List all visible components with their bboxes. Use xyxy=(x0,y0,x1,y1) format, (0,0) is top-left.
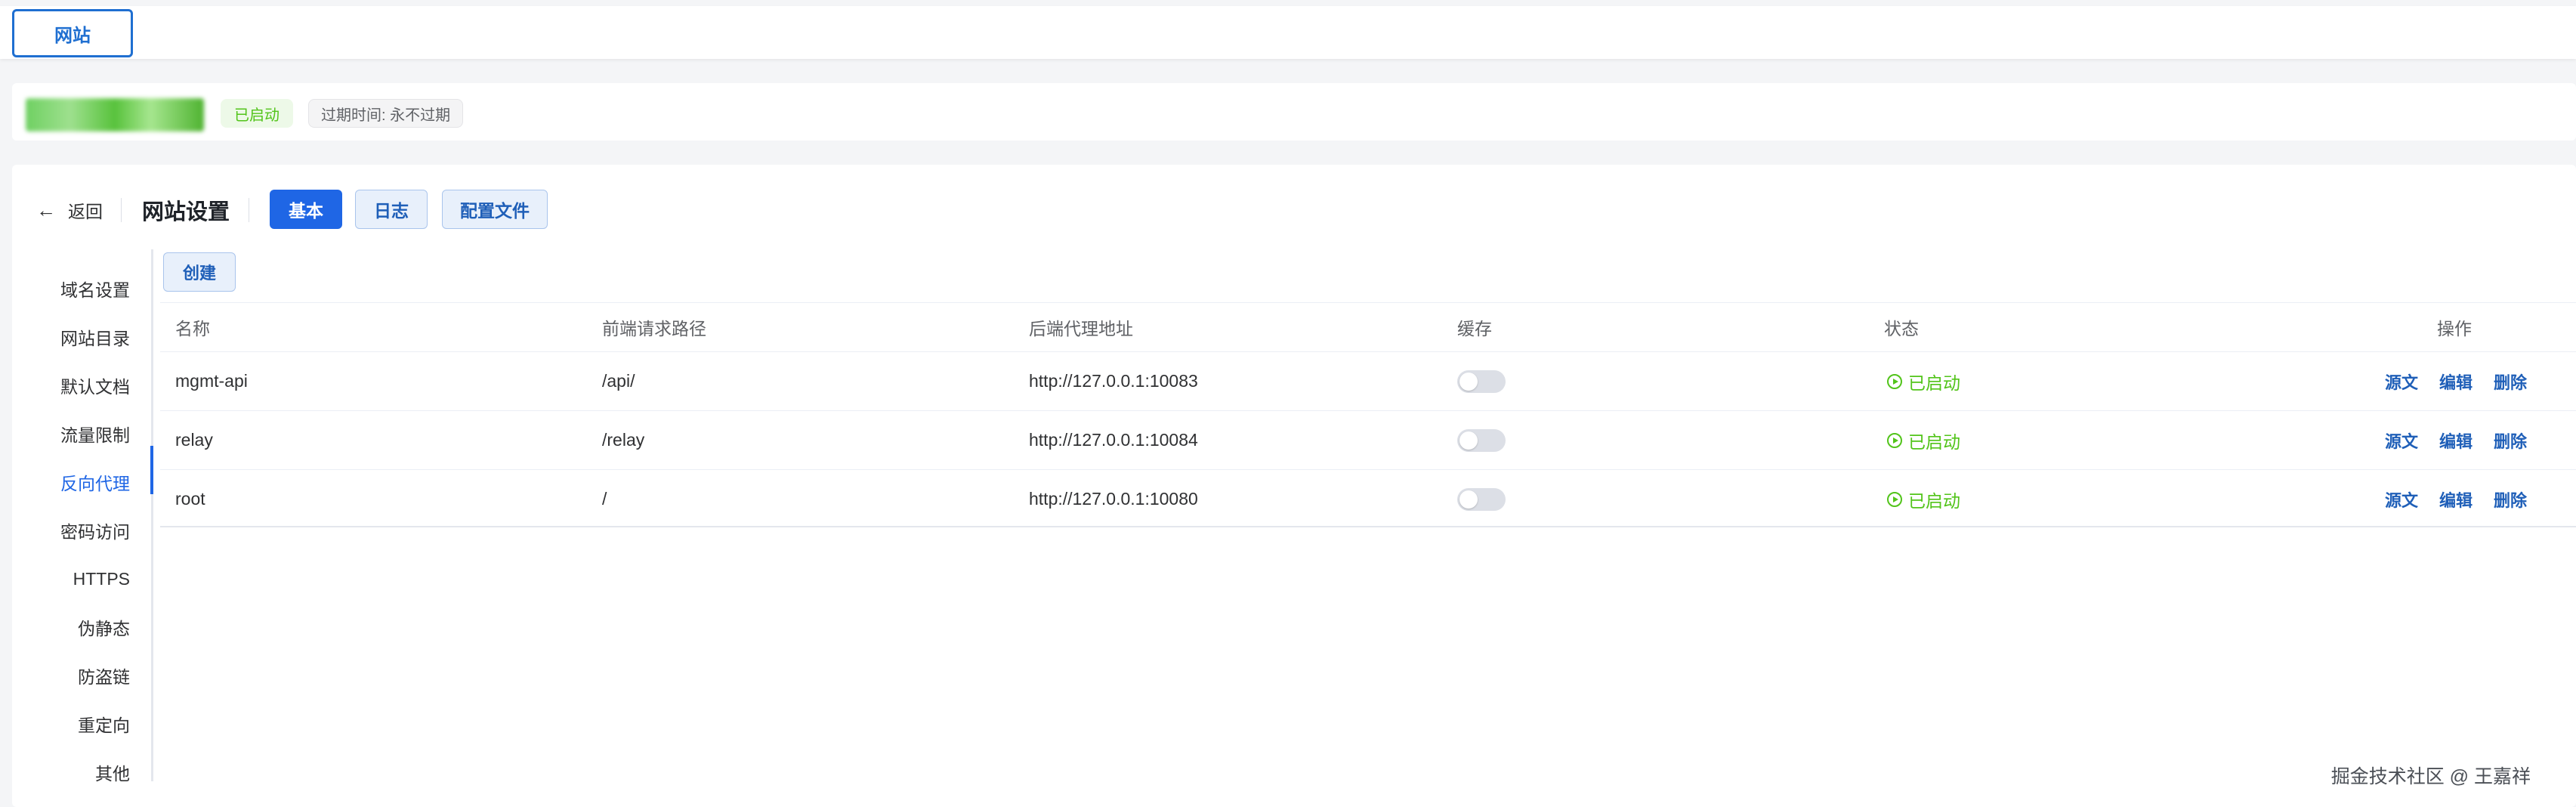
status-label: 已启动 xyxy=(1908,490,1960,511)
status-badge: 已启动 xyxy=(221,99,293,128)
menu-item-other[interactable]: 其他 xyxy=(95,757,130,787)
delete-link[interactable]: 删除 xyxy=(2494,352,2527,410)
site-info-card: 已启动 过期时间: 永不过期 xyxy=(12,83,2576,141)
row-backend: http://127.0.0.1:10084 xyxy=(1029,430,1198,450)
row-backend: http://127.0.0.1:10080 xyxy=(1029,489,1198,509)
menu-item-password-access[interactable]: 密码访问 xyxy=(60,515,130,546)
play-circle-icon xyxy=(1887,491,1902,507)
back-button[interactable]: ← 返回 xyxy=(36,195,103,225)
row-path: /api/ xyxy=(602,371,635,391)
play-circle-icon xyxy=(1887,373,1902,389)
column-backend: 后端代理地址 xyxy=(1029,319,1133,339)
tab-logs[interactable]: 日志 xyxy=(355,190,428,229)
cache-toggle[interactable] xyxy=(1457,352,1506,410)
menu-item-site-dir[interactable]: 网站目录 xyxy=(60,322,130,352)
edit-link[interactable]: 编辑 xyxy=(2439,352,2473,410)
column-actions: 操作 xyxy=(2437,319,2472,339)
row-status: 已启动 xyxy=(1887,411,1960,469)
menu-item-reverse-proxy[interactable]: 反向代理 xyxy=(60,467,130,497)
settings-panel: ← 返回 网站设置 基本 日志 配置文件 域名设置 网站目录 默认文档 流量限制… xyxy=(12,165,2576,807)
delete-link[interactable]: 删除 xyxy=(2494,470,2527,528)
row-name: root xyxy=(175,489,205,509)
tab-website[interactable]: 网站 xyxy=(12,9,133,57)
row-path: / xyxy=(602,489,607,509)
column-status: 状态 xyxy=(1884,319,1919,339)
watermark: 掘金技术社区 @ 王嘉祥 xyxy=(2330,766,2531,787)
table-row: relay /relay http://127.0.0.1:10084 已启动 … xyxy=(160,410,2576,469)
source-link[interactable]: 源文 xyxy=(2385,352,2418,410)
expire-badge: 过期时间: 永不过期 xyxy=(308,99,464,128)
source-link[interactable]: 源文 xyxy=(2385,470,2418,528)
cache-toggle[interactable] xyxy=(1457,470,1506,528)
row-backend: http://127.0.0.1:10083 xyxy=(1029,371,1198,391)
menu-active-indicator xyxy=(150,446,153,494)
table-row: root / http://127.0.0.1:10080 已启动 源文 编辑 … xyxy=(160,469,2576,528)
toggle-switch[interactable] xyxy=(1457,428,1506,452)
create-button[interactable]: 创建 xyxy=(163,252,236,292)
menu-item-redirect[interactable]: 重定向 xyxy=(78,709,130,739)
row-status: 已启动 xyxy=(1887,352,1960,410)
row-path: /relay xyxy=(602,430,645,450)
menu-divider xyxy=(151,249,153,781)
column-cache: 缓存 xyxy=(1457,319,1492,339)
toggle-switch[interactable] xyxy=(1457,369,1506,393)
menu-item-https[interactable]: HTTPS xyxy=(73,564,130,594)
status-label: 已启动 xyxy=(1908,431,1960,452)
table-row: mgmt-api /api/ http://127.0.0.1:10083 已启… xyxy=(160,351,2576,410)
arrow-left-icon: ← xyxy=(36,199,56,221)
divider xyxy=(121,198,122,222)
edit-link[interactable]: 编辑 xyxy=(2439,470,2473,528)
cache-toggle[interactable] xyxy=(1457,411,1506,469)
menu-item-default-doc[interactable]: 默认文档 xyxy=(60,370,130,400)
source-link[interactable]: 源文 xyxy=(2385,411,2418,469)
edit-link[interactable]: 编辑 xyxy=(2439,411,2473,469)
delete-link[interactable]: 删除 xyxy=(2494,411,2527,469)
tab-basic[interactable]: 基本 xyxy=(270,190,342,229)
toggle-switch[interactable] xyxy=(1457,487,1506,511)
menu-item-hotlink[interactable]: 防盗链 xyxy=(78,660,130,691)
top-tab-bar: 网站 xyxy=(0,6,2576,59)
tab-config-file[interactable]: 配置文件 xyxy=(442,190,548,229)
menu-item-traffic-limit[interactable]: 流量限制 xyxy=(60,419,130,449)
column-name: 名称 xyxy=(175,319,210,339)
page-title: 网站设置 xyxy=(142,200,230,224)
menu-item-rewrite[interactable]: 伪静态 xyxy=(78,612,130,642)
back-label: 返回 xyxy=(68,202,103,221)
status-label: 已启动 xyxy=(1908,373,1960,393)
site-name-redacted xyxy=(26,98,204,131)
row-name: mgmt-api xyxy=(175,371,248,391)
play-circle-icon xyxy=(1887,432,1902,448)
row-status: 已启动 xyxy=(1887,470,1960,528)
table-header: 名称 前端请求路径 后端代理地址 缓存 状态 操作 xyxy=(160,303,2576,351)
menu-item-domain[interactable]: 域名设置 xyxy=(60,274,130,304)
proxy-table: 名称 前端请求路径 后端代理地址 缓存 状态 操作 mgmt-api /api/… xyxy=(160,302,2576,527)
row-name: relay xyxy=(175,430,213,450)
column-path: 前端请求路径 xyxy=(602,319,706,339)
